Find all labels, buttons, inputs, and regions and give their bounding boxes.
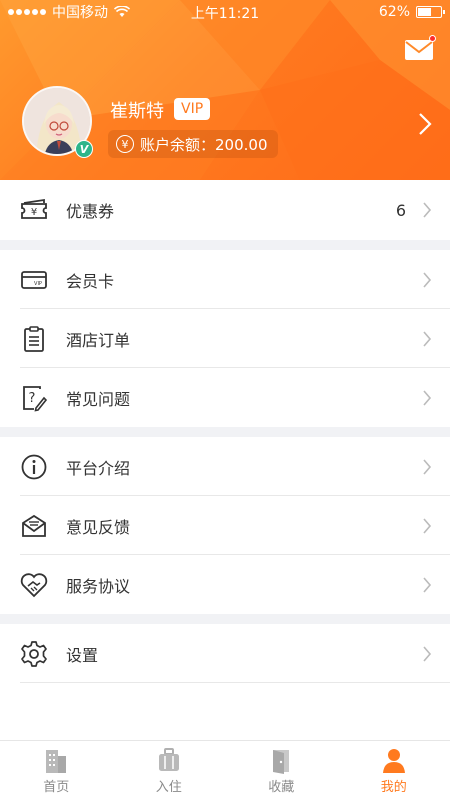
feedback-label: 意见反馈 (66, 517, 131, 537)
battery-percent: 62% (378, 4, 410, 20)
building-icon (46, 750, 67, 773)
section-gap (0, 427, 450, 437)
card-icon: VIP (20, 266, 48, 294)
question-icon: ? (20, 384, 48, 412)
menu-item-member-card[interactable]: VIP 会员卡 (0, 250, 450, 309)
signal-icon (8, 9, 46, 15)
coupon-count: 6 (395, 200, 406, 220)
svg-text:VIP: VIP (34, 281, 42, 287)
menu-item-settings[interactable]: 设置 (0, 624, 450, 683)
menu-item-coupon[interactable]: ¥ 优惠券 6 (0, 180, 450, 240)
handshake-icon (20, 571, 48, 599)
coupon-icon: ¥ (20, 196, 48, 224)
person-icon (382, 749, 405, 773)
chevron-right-icon (423, 458, 432, 475)
tab-mine-label: 我的 (380, 780, 407, 795)
info-icon (20, 453, 48, 481)
tab-home[interactable]: 首页 (0, 741, 113, 800)
chevron-right-icon (423, 202, 432, 218)
unread-dot (429, 35, 436, 42)
balance-text: 账户余额：200.00 (140, 135, 268, 154)
menu-item-hotel-order[interactable]: 酒店订单 (0, 309, 450, 368)
tab-home-label: 首页 (43, 780, 70, 795)
tab-mine[interactable]: 我的 (338, 741, 450, 800)
hotel-order-label: 酒店订单 (66, 330, 131, 350)
section-gap (0, 240, 450, 250)
gear-icon (20, 640, 48, 668)
chevron-right-icon[interactable] (418, 112, 432, 136)
wifi-icon (114, 6, 130, 17)
menu-item-feedback[interactable]: 意见反馈 (0, 496, 450, 555)
chevron-right-icon (423, 517, 432, 534)
battery-icon (416, 6, 445, 18)
feedback-mail-icon (20, 512, 48, 540)
yen-icon: ¥ (116, 135, 134, 153)
clipboard-icon (20, 325, 48, 353)
chevron-right-icon (423, 576, 432, 593)
tab-checkin[interactable]: 入住 (113, 741, 226, 800)
agreement-label: 服务协议 (66, 576, 131, 596)
bottom-tab-bar: 首页 入住 收藏 我的 (0, 740, 450, 800)
profile-header: 中国移动 上午11:21 62% V 崔斯特 VIP ¥ 账户余额：200.00 (0, 0, 450, 180)
tab-favorites[interactable]: 收藏 (225, 741, 338, 800)
coupon-label: 优惠券 (66, 202, 115, 221)
door-icon (273, 750, 290, 774)
settings-label: 设置 (66, 645, 99, 665)
status-bar: 中国移动 上午11:21 62% (0, 0, 450, 24)
chevron-right-icon (423, 645, 432, 662)
member-card-label: 会员卡 (66, 271, 115, 291)
chevron-right-icon (423, 389, 432, 406)
menu-item-faq[interactable]: ? 常见问题 (0, 368, 450, 427)
message-button[interactable] (404, 35, 436, 62)
carrier-text: 中国移动 (52, 5, 108, 21)
username: 崔斯特 (110, 101, 164, 122)
svg-text:?: ? (29, 391, 36, 406)
verified-badge: V (75, 140, 93, 158)
tab-favorites-label: 收藏 (268, 780, 295, 795)
section-gap (0, 614, 450, 624)
mail-icon (405, 40, 433, 60)
about-label: 平台介绍 (66, 458, 131, 478)
luggage-icon (158, 748, 179, 771)
tab-checkin-label: 入住 (155, 780, 182, 795)
chevron-right-icon (423, 271, 432, 288)
chevron-right-icon (423, 330, 432, 347)
menu-list: ¥ 优惠券 6 VIP 会员卡 酒店订单 ? 常见问题 平台介绍 意见反馈 服务… (0, 180, 450, 683)
faq-label: 常见问题 (66, 389, 131, 409)
menu-item-agreement[interactable]: 服务协议 (0, 555, 450, 614)
svg-text:¥: ¥ (31, 207, 37, 218)
account-balance[interactable]: ¥ 账户余额：200.00 (108, 130, 278, 158)
menu-item-about[interactable]: 平台介绍 (0, 437, 450, 496)
vip-badge: VIP (174, 98, 211, 120)
